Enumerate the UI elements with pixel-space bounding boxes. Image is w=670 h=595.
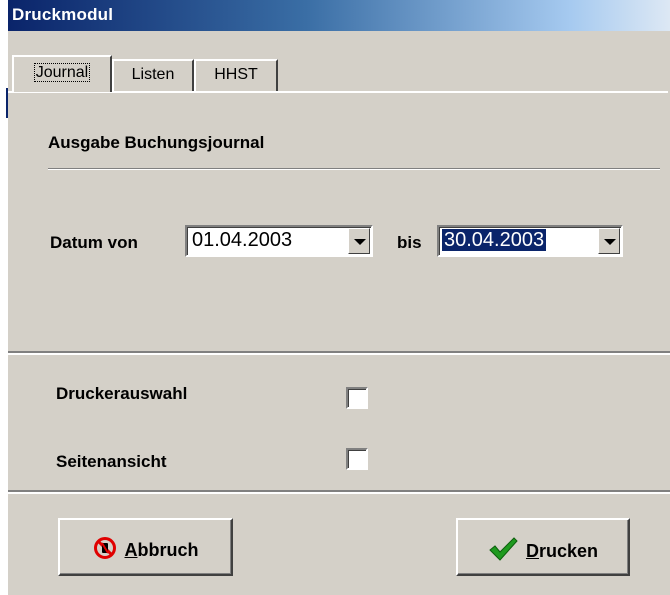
tab-listen-label: Listen	[131, 66, 175, 83]
print-mnemonic: D	[525, 541, 539, 561]
desktop-edge	[0, 0, 8, 595]
tab-journal[interactable]: Journal	[12, 55, 112, 92]
date-from-label: Datum von	[50, 233, 138, 252]
date-from-dropdown-button[interactable]	[348, 228, 370, 254]
tab-strip: Journal Listen HHST	[8, 31, 670, 92]
print-button[interactable]: Drucken	[456, 518, 630, 576]
tab-hhst-label: HHST	[214, 66, 258, 83]
date-to-dropdown-button[interactable]	[598, 228, 620, 254]
options-group-bottom	[8, 490, 670, 494]
cancel-label-rest: bbruch	[137, 540, 199, 560]
date-to-combo[interactable]: 30.04.2003	[437, 225, 623, 257]
print-dialog: Druckmodul Journal Listen HHST Ausgabe B…	[8, 0, 670, 595]
date-from-value[interactable]: 01.04.2003	[190, 229, 294, 251]
preview-checkbox[interactable]	[346, 448, 368, 470]
options-group-top	[8, 351, 670, 355]
printer-select-checkbox[interactable]	[346, 387, 368, 409]
chevron-down-icon	[354, 239, 366, 245]
preview-label: Seitenansicht	[56, 452, 167, 471]
chevron-down-icon	[604, 239, 616, 245]
print-label-rest: rucken	[538, 541, 599, 561]
tab-journal-label: Journal	[33, 63, 91, 82]
tab-hhst[interactable]: HHST	[194, 59, 278, 91]
print-button-label: Drucken	[526, 541, 598, 562]
printer-select-label: Druckerauswahl	[56, 384, 188, 403]
tab-listen[interactable]: Listen	[112, 59, 194, 91]
date-from-combo[interactable]: 01.04.2003	[185, 225, 373, 257]
cancel-mnemonic: A	[124, 540, 138, 560]
cancel-button[interactable]: Abbruch	[58, 518, 233, 576]
title-bar[interactable]: Druckmodul	[8, 0, 670, 31]
cancel-button-label: Abbruch	[125, 540, 199, 561]
date-to-value[interactable]: 30.04.2003	[442, 229, 547, 251]
no-entry-icon	[93, 536, 117, 565]
section-title: Ausgabe Buchungsjournal	[48, 133, 265, 152]
date-to-label: bis	[397, 233, 422, 252]
section-divider	[48, 168, 660, 170]
checkmark-icon	[488, 536, 518, 567]
window-title: Druckmodul	[12, 5, 114, 24]
